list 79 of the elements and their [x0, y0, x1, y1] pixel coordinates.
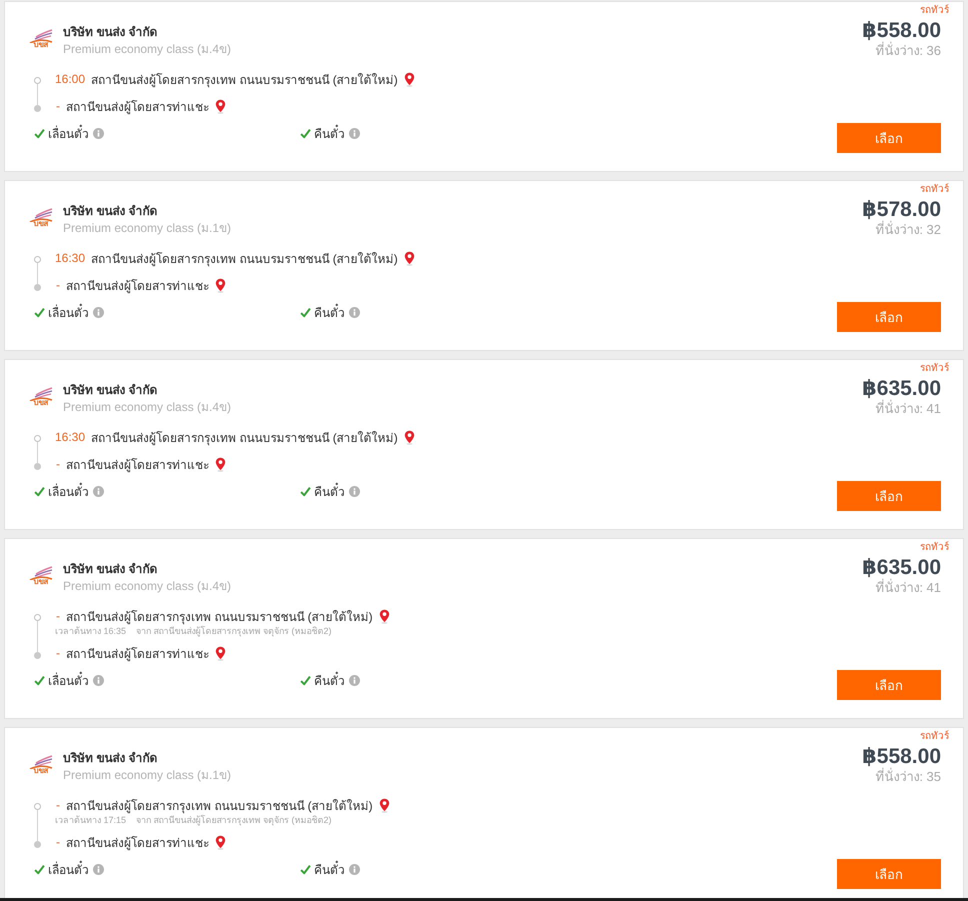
feature-label: เลื่อนตั๋ว: [48, 670, 89, 690]
map-pin-icon[interactable]: [215, 98, 226, 114]
feature-label: คืนตั๋ว: [314, 482, 345, 500]
map-pin-icon[interactable]: [215, 834, 226, 850]
dash-marker: -: [55, 646, 60, 660]
station-name: สถานีขนส่งผู้โดยสารท่าแชะ: [66, 456, 209, 474]
station-name: สถานีขนส่งผู้โดยสารท่าแชะ: [66, 646, 209, 662]
dash-marker: -: [55, 609, 60, 623]
map-pin-icon[interactable]: [215, 456, 226, 472]
select-button[interactable]: เลือก: [837, 859, 941, 889]
price: ฿558.00: [862, 745, 941, 768]
departure-note: เวลาต้นทาง 16:35: [55, 625, 126, 637]
feature-label: คืนตั๋ว: [314, 302, 345, 322]
company-logo: บขส: [29, 566, 53, 590]
feature-label: คืนตั๋ว: [314, 860, 345, 878]
dash-marker: -: [55, 278, 60, 292]
departure-time: 16:30: [55, 430, 86, 444]
company-logo: บขส: [29, 387, 53, 411]
dash-marker: -: [55, 835, 60, 849]
origin-note: จาก สถานีขนส่งผู้โดยสารกรุงเทพ จตุจักร (หมอชิต2): [136, 814, 332, 826]
operator-name: บริษัท ขนส่ง จำกัด: [63, 203, 159, 220]
map-pin-icon[interactable]: [215, 646, 226, 660]
dash-marker: -: [55, 99, 60, 113]
select-button[interactable]: เลือก: [837, 123, 941, 153]
company-logo: บขส: [29, 208, 53, 232]
station-name: สถานีขนส่งผู้โดยสารกรุงเทพ ถนนบรมราชชนนี (สายใต้ใหม่): [91, 250, 398, 268]
map-pin-icon[interactable]: [404, 72, 415, 86]
vehicle-type-label: รถทัวร์: [920, 362, 949, 375]
station-name: สถานีขนส่งผู้โดยสารท่าแชะ: [66, 278, 209, 294]
dash-marker: -: [55, 798, 60, 812]
station-name: สถานีขนส่งผู้โดยสารท่าแชะ: [66, 98, 209, 116]
map-pin-icon[interactable]: [404, 430, 415, 444]
map-pin-icon[interactable]: [404, 250, 415, 266]
vehicle-type-label: รถทัวร์: [920, 730, 949, 743]
departure-time: 16:00: [55, 72, 86, 86]
service-class: Premium economy class (ม.4ข): [63, 399, 232, 416]
station-name: สถานีขนส่งผู้โดยสารกรุงเทพ ถนนบรมราชชนนี (สายใต้ใหม่): [66, 608, 373, 626]
map-pin-icon[interactable]: [378, 608, 390, 624]
station-name: สถานีขนส่งผู้โดยสารกรุงเทพ ถนนบรมราชชนนี (สายใต้ใหม่): [91, 430, 398, 446]
operator-name: บริษัท ขนส่ง จำกัด: [63, 561, 159, 578]
operator-name: บริษัท ขนส่ง จำกัด: [63, 24, 159, 41]
operator-name: บริษัท ขนส่ง จำกัด: [63, 382, 159, 399]
seats-available: ที่นั่งว่าง: 41: [875, 401, 941, 417]
operator-name: บริษัท ขนส่ง จำกัด: [63, 750, 159, 767]
company-logo: บขส: [29, 755, 53, 779]
service-class: Premium economy class (ม.4ข): [63, 578, 232, 595]
price: ฿635.00: [862, 556, 941, 579]
station-name: สถานีขนส่งผู้โดยสารท่าแชะ: [66, 834, 209, 852]
map-pin-icon[interactable]: [378, 798, 390, 812]
select-button[interactable]: เลือก: [837, 302, 941, 332]
feature-label: เลื่อนตั๋ว: [48, 124, 89, 142]
price: ฿558.00: [862, 19, 941, 42]
vehicle-type-label: รถทัวร์: [920, 541, 949, 554]
seats-available: ที่นั่งว่าง: 35: [875, 769, 941, 785]
feature-label: คืนตั๋ว: [314, 670, 345, 690]
feature-label: เลื่อนตั๋ว: [48, 860, 89, 878]
vehicle-type-label: รถทัวร์: [920, 4, 949, 17]
feature-label: คืนตั๋ว: [314, 124, 345, 142]
select-button[interactable]: เลือก: [837, 481, 941, 511]
price: ฿635.00: [862, 377, 941, 400]
company-logo: บขส: [29, 29, 53, 53]
departure-note: เวลาต้นทาง 17:15: [55, 814, 126, 826]
station-name: สถานีขนส่งผู้โดยสารกรุงเทพ ถนนบรมราชชนนี (สายใต้ใหม่): [66, 798, 373, 814]
station-name: สถานีขนส่งผู้โดยสารกรุงเทพ ถนนบรมราชชนนี (สายใต้ใหม่): [91, 72, 398, 88]
service-class: Premium economy class (ม.1ข): [63, 767, 232, 784]
price: ฿578.00: [862, 198, 941, 221]
select-button[interactable]: เลือก: [837, 670, 941, 700]
service-class: Premium economy class (ม.4ข): [63, 41, 232, 58]
seats-available: ที่นั่งว่าง: 41: [875, 580, 941, 596]
map-pin-icon[interactable]: [215, 278, 226, 292]
dash-marker: -: [55, 457, 60, 471]
seats-available: ที่นั่งว่าง: 36: [875, 43, 941, 59]
departure-time: 16:30: [55, 251, 86, 265]
vehicle-type-label: รถทัวร์: [920, 183, 949, 196]
seats-available: ที่นั่งว่าง: 32: [875, 222, 941, 238]
service-class: Premium economy class (ม.1ข): [63, 220, 232, 237]
feature-label: เลื่อนตั๋ว: [48, 482, 89, 500]
feature-label: เลื่อนตั๋ว: [48, 302, 89, 322]
origin-note: จาก สถานีขนส่งผู้โดยสารกรุงเทพ จตุจักร (หมอชิต2): [136, 625, 332, 637]
